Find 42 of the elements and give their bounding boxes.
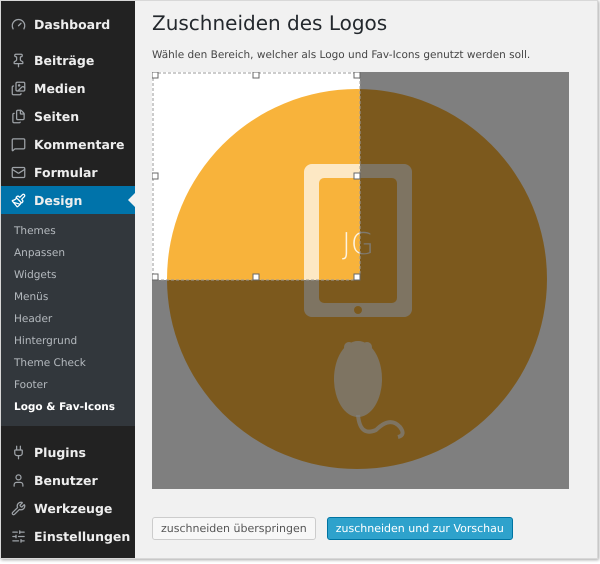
menu-item[interactable]: Formular: [1, 158, 135, 186]
menu-item[interactable]: Plugins: [1, 438, 135, 466]
submenu-item[interactable]: Logo & Fav-Icons: [1, 396, 135, 418]
submenu-item[interactable]: Header: [1, 308, 135, 330]
submenu-item[interactable]: Widgets: [1, 264, 135, 286]
menu-item[interactable]: Seiten: [1, 102, 135, 130]
page-title: Zuschneiden des Logos: [152, 11, 388, 35]
resize-handle[interactable]: [252, 274, 260, 280]
menu-icon: [11, 80, 26, 96]
menu-icon: [11, 16, 26, 32]
description: Wähle den Bereich, welcher als Logo und Fav-Icons genutzt werden soll.: [152, 49, 532, 61]
submenu-item[interactable]: Themes: [1, 220, 135, 242]
submenu-item[interactable]: Footer: [1, 374, 135, 396]
submenu-item[interactable]: Theme Check: [1, 352, 135, 374]
menu-icon: [11, 472, 26, 488]
submenu-item[interactable]: Menüs: [1, 286, 135, 308]
menu-icon: [11, 136, 26, 152]
submenu-item[interactable]: Anpassen: [1, 242, 135, 264]
resize-handle[interactable]: [354, 172, 360, 180]
menu-item[interactable]: Beiträge: [1, 46, 135, 74]
submenu-item[interactable]: Hintergrund: [1, 330, 135, 352]
menu-item[interactable]: Design: [1, 186, 135, 214]
resize-handle[interactable]: [152, 274, 158, 280]
menu-icon: [11, 500, 26, 516]
menu-icon: [11, 52, 26, 68]
menu-item[interactable]: Benutzer: [1, 466, 135, 494]
resize-handle[interactable]: [252, 72, 260, 78]
resize-handle[interactable]: [152, 172, 158, 180]
menu-icon: [11, 164, 26, 180]
menu-item[interactable]: Kommentare: [1, 130, 135, 158]
resize-handle[interactable]: [354, 72, 360, 78]
menu-icon: [11, 192, 26, 208]
menu-item[interactable]: Dashboard: [1, 10, 135, 38]
menu-icon: [11, 108, 26, 124]
menu-icon: [11, 444, 26, 460]
menu-item[interactable]: Medien: [1, 74, 135, 102]
resize-handle[interactable]: [152, 72, 158, 78]
menu-item[interactable]: Einstellungen: [1, 522, 135, 550]
skip-button[interactable]: zuschneiden überspringen: [152, 517, 316, 540]
menu-item[interactable]: Werkzeuge: [1, 494, 135, 522]
resize-handle[interactable]: [354, 274, 360, 280]
menu-icon: [11, 528, 26, 544]
